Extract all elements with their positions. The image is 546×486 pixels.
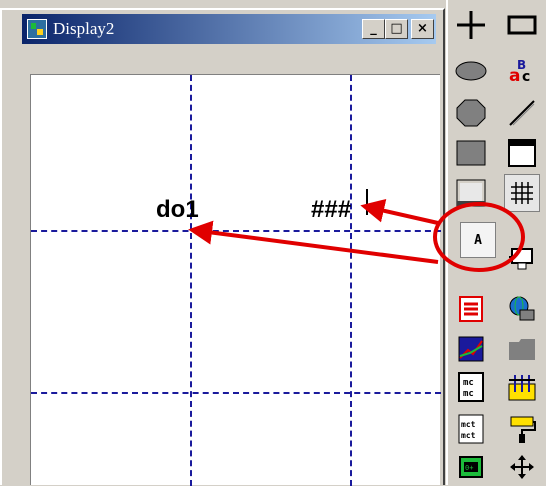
meter-pair-icon: mct mct <box>458 414 484 444</box>
grid-tool[interactable] <box>504 174 540 212</box>
folder-icon <box>509 339 535 360</box>
monitor-tool[interactable] <box>504 240 540 278</box>
text-tool[interactable]: A <box>460 222 496 258</box>
svg-text:c: c <box>522 69 530 85</box>
align-icon <box>508 375 536 401</box>
grid-line-horizontal <box>31 230 441 232</box>
grid-icon <box>511 182 533 204</box>
ellipse-tool[interactable] <box>453 52 489 90</box>
toolbox-panel: A mc mc mct mct 0+ aBc <box>446 0 546 485</box>
octagon-icon <box>456 99 486 127</box>
svg-text:mct: mct <box>461 431 476 440</box>
network-tool[interactable] <box>504 290 540 328</box>
bitmap-tool[interactable] <box>453 174 489 212</box>
minimize-button[interactable]: _ <box>362 19 385 39</box>
title-bar[interactable]: Display2 _ □ × <box>22 14 436 44</box>
svg-text:mct: mct <box>461 420 476 429</box>
paint-roller-icon <box>510 416 536 443</box>
raised-box-icon <box>456 179 486 207</box>
align-tool[interactable] <box>504 368 540 406</box>
rectangle-icon <box>507 15 537 35</box>
window-title: Display2 <box>53 19 115 38</box>
network-globe-icon <box>509 296 535 321</box>
meter-tool[interactable]: mc mc <box>453 368 489 406</box>
trend-tool[interactable] <box>453 330 489 368</box>
window-tool[interactable] <box>504 134 540 172</box>
text-cursor <box>366 189 368 215</box>
folder-tool[interactable] <box>504 330 540 368</box>
text-tool-icon: A <box>474 232 482 248</box>
display-canvas[interactable]: do1 ### <box>30 74 441 486</box>
meter-tool-2[interactable]: mct mct <box>453 410 489 448</box>
svg-text:mc: mc <box>463 378 474 388</box>
text-style-tool[interactable]: aBc <box>504 52 540 90</box>
display-app-icon <box>27 19 47 39</box>
digital-output-icon: 0+ <box>459 456 483 478</box>
trend-chart-icon <box>458 336 484 362</box>
paint-roller-tool[interactable] <box>504 410 540 448</box>
cross-icon <box>457 11 485 39</box>
move-arrows-icon <box>510 455 534 479</box>
grid-line-vertical <box>350 75 352 486</box>
svg-text:mc: mc <box>463 389 474 399</box>
filled-rect-tool[interactable] <box>453 134 489 172</box>
filled-rectangle-icon <box>456 140 486 166</box>
window-icon <box>508 139 536 167</box>
svg-text:0+: 0+ <box>465 464 473 472</box>
rounded-rect-tool[interactable] <box>453 94 489 132</box>
digital-output-tool[interactable]: 0+ <box>453 452 489 482</box>
value-label[interactable]: ### <box>311 196 351 224</box>
rectangle-tool[interactable] <box>504 6 540 44</box>
meter-icon: mcmc <box>458 372 484 402</box>
monitor-icon <box>509 248 533 270</box>
pen-tool[interactable] <box>504 94 540 132</box>
grid-line-vertical <box>190 75 192 486</box>
grid-line-horizontal <box>31 392 441 394</box>
abc-icon: aBc <box>509 58 530 86</box>
ellipse-icon <box>455 61 487 81</box>
line-tool[interactable] <box>453 6 489 44</box>
list-tool[interactable] <box>453 290 489 328</box>
maximize-button[interactable]: □ <box>385 19 408 39</box>
list-icon <box>459 296 483 322</box>
close-button[interactable]: × <box>411 19 434 39</box>
pen-line-icon <box>509 100 535 126</box>
move-tool[interactable] <box>504 452 540 482</box>
tag-label-do1[interactable]: do1 <box>156 196 199 224</box>
